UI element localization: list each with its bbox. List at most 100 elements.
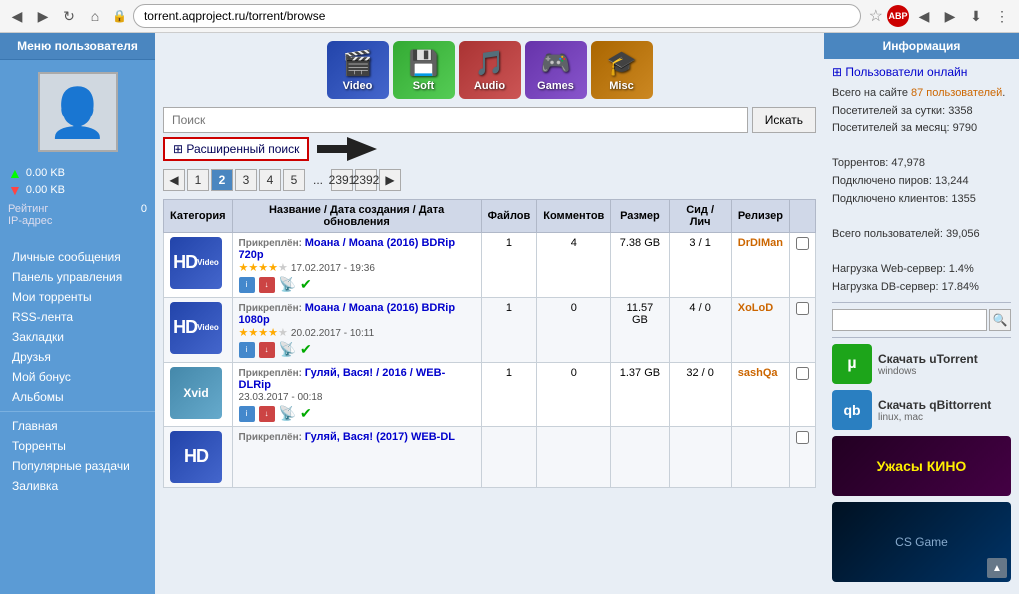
row-comments — [537, 427, 611, 488]
row-comments: 0 — [537, 298, 611, 363]
page-next[interactable]: ▶ — [379, 169, 401, 191]
row-checkbox-cell — [790, 427, 816, 488]
right-search-input[interactable] — [832, 309, 987, 331]
online-users-link[interactable]: ⊞ Пользователи онлайн — [832, 65, 1011, 79]
cat-thumb-xvid: Xvid — [170, 367, 222, 419]
row-title-cell: Прикреплён: Моана / Moana (2016) BDRip 7… — [232, 233, 481, 298]
torrent-title-link[interactable]: Прикреплён: Гуляй, Вася! / 2016 / WEB-DL… — [239, 367, 446, 391]
search-input[interactable] — [163, 107, 748, 133]
row-relizer — [731, 427, 789, 488]
table-row: HD Прикреплён: Гуляй, Вася! (2017) WEB-D… — [164, 427, 816, 488]
row-checkbox[interactable] — [796, 302, 809, 315]
sidebar-item-mytorrents[interactable]: Мои торренты — [0, 287, 155, 307]
center-content: 🎬 Video 💾 Soft 🎵 Audio 🎮 Games 🎓 Misc — [155, 33, 824, 594]
relizer-link[interactable]: DrDIMan — [738, 237, 783, 249]
relizer-link[interactable]: sashQa — [738, 367, 778, 379]
relizer-link[interactable]: XoLoD — [738, 302, 773, 314]
sidebar-item-rss[interactable]: RSS-лента — [0, 307, 155, 327]
page-prev[interactable]: ◀ — [163, 169, 185, 191]
abp-badge: ABP — [887, 5, 909, 27]
row-comments: 0 — [537, 363, 611, 427]
rss-icon: 📡 — [279, 405, 296, 422]
search-area: Искать ⊞ Расширенный поиск — [163, 107, 816, 161]
sidebar-item-bookmarks[interactable]: Закладки — [0, 327, 155, 347]
sidebar-item-upload[interactable]: Заливка — [0, 476, 155, 496]
row-checkbox[interactable] — [796, 237, 809, 250]
row-relizer: DrDIMan — [731, 233, 789, 298]
upload-arrow-icon: ▲ — [8, 165, 22, 181]
row-size: 11.57 GB — [611, 298, 669, 363]
back-button[interactable]: ◀ — [6, 5, 28, 27]
col-seeds: Сид / Лич — [669, 200, 731, 233]
address-bar[interactable] — [133, 4, 861, 28]
cat-audio[interactable]: 🎵 Audio — [459, 41, 521, 99]
utorrent-download-link[interactable]: µ Скачать uTorrent windows — [832, 344, 1011, 384]
table-row: Xvid Прикреплён: Гуляй, Вася! / 2016 / W… — [164, 363, 816, 427]
qbittorrent-label: Скачать qBittorrent — [878, 398, 991, 412]
row-comments: 4 — [537, 233, 611, 298]
info-badge: i — [239, 342, 255, 358]
sidebar-item-panel[interactable]: Панель управления — [0, 267, 155, 287]
forward-button2[interactable]: ▶ — [939, 5, 961, 27]
row-checkbox-cell — [790, 363, 816, 427]
page-4[interactable]: 4 — [259, 169, 281, 191]
rss-icon: 📡 — [279, 276, 296, 293]
page-2[interactable]: 2 — [211, 169, 233, 191]
row-checkbox[interactable] — [796, 431, 809, 444]
misc-icon: 🎓 — [607, 49, 637, 78]
row-category: Xvid — [164, 363, 233, 427]
advanced-search-toggle[interactable]: ⊞ Расширенный поиск — [163, 137, 309, 161]
cat-misc[interactable]: 🎓 Misc — [591, 41, 653, 99]
cat-video[interactable]: 🎬 Video — [327, 41, 389, 99]
right-search-button[interactable]: 🔍 — [989, 309, 1011, 331]
cat-soft[interactable]: 💾 Soft — [393, 41, 455, 99]
site-stats: Всего на сайте 87 пользователей. Посетит… — [832, 85, 1011, 296]
ip-label: IP-адрес — [8, 215, 52, 227]
sidebar-title: Меню пользователя — [0, 33, 155, 60]
sidebar-item-albums[interactable]: Альбомы — [0, 387, 155, 407]
forward-button[interactable]: ▶ — [32, 5, 54, 27]
scroll-up-button[interactable]: ▲ — [987, 558, 1007, 578]
film-banner[interactable]: Ужасы КИНО — [832, 436, 1011, 496]
search-button[interactable]: Искать — [752, 107, 816, 133]
sidebar-item-friends[interactable]: Друзья — [0, 347, 155, 367]
page-3[interactable]: 3 — [235, 169, 257, 191]
qbittorrent-icon: qb — [832, 390, 872, 430]
row-files: 1 — [481, 363, 537, 427]
qbittorrent-download-link[interactable]: qb Скачать qBittorrent linux, mac — [832, 390, 1011, 430]
bookmark-icon[interactable]: ☆ — [869, 6, 883, 26]
row-files: 1 — [481, 233, 537, 298]
reload-button[interactable]: ↻ — [58, 5, 80, 27]
page-1[interactable]: 1 — [187, 169, 209, 191]
row-checkbox[interactable] — [796, 367, 809, 380]
cat-thumb-hd: HD — [170, 431, 222, 483]
page-2392[interactable]: 2392 — [355, 169, 377, 191]
cat-games[interactable]: 🎮 Games — [525, 41, 587, 99]
utorrent-label: Скачать uTorrent — [878, 352, 978, 366]
page-2391[interactable]: 2391 — [331, 169, 353, 191]
sidebar-item-bonus[interactable]: Мой бонус — [0, 367, 155, 387]
torrent-date: 20.02.2017 - 10:11 — [291, 328, 374, 339]
sidebar-item-messages[interactable]: Личные сообщения — [0, 247, 155, 267]
row-category: HD — [164, 427, 233, 488]
cs-banner[interactable]: CS Game ▲ — [832, 502, 1011, 582]
back-button2[interactable]: ◀ — [913, 5, 935, 27]
sidebar-item-torrents[interactable]: Торренты — [0, 436, 155, 456]
torrent-title-link[interactable]: Прикреплён: Моана / Moana (2016) BDRip 7… — [239, 237, 456, 261]
sidebar-item-home[interactable]: Главная — [0, 416, 155, 436]
torrent-title-link[interactable]: Прикреплён: Гуляй, Вася! (2017) WEB-DL — [239, 431, 455, 443]
menu-button[interactable]: ⋮ — [991, 5, 1013, 27]
row-seeds: 3 / 1 — [669, 233, 731, 298]
row-files — [481, 427, 537, 488]
utorrent-icon: µ — [832, 344, 872, 384]
table-row: HD Video Прикреплён: Моана / Moana (2016… — [164, 298, 816, 363]
download-button[interactable]: ⬇ — [965, 5, 987, 27]
home-button[interactable]: ⌂ — [84, 5, 106, 27]
page-5[interactable]: 5 — [283, 169, 305, 191]
pagination: ◀ 1 2 3 4 5 ... 2391 2392 ▶ — [163, 169, 816, 191]
torrent-table: Категория Название / Дата создания / Дат… — [163, 199, 816, 488]
sidebar-menu: Личные сообщения Панель управления Мои т… — [0, 237, 155, 496]
cat-thumb-hd: HD Video — [170, 302, 222, 354]
torrent-title-link[interactable]: Прикреплён: Моана / Moana (2016) BDRip 1… — [239, 302, 456, 326]
sidebar-item-popular[interactable]: Популярные раздачи — [0, 456, 155, 476]
